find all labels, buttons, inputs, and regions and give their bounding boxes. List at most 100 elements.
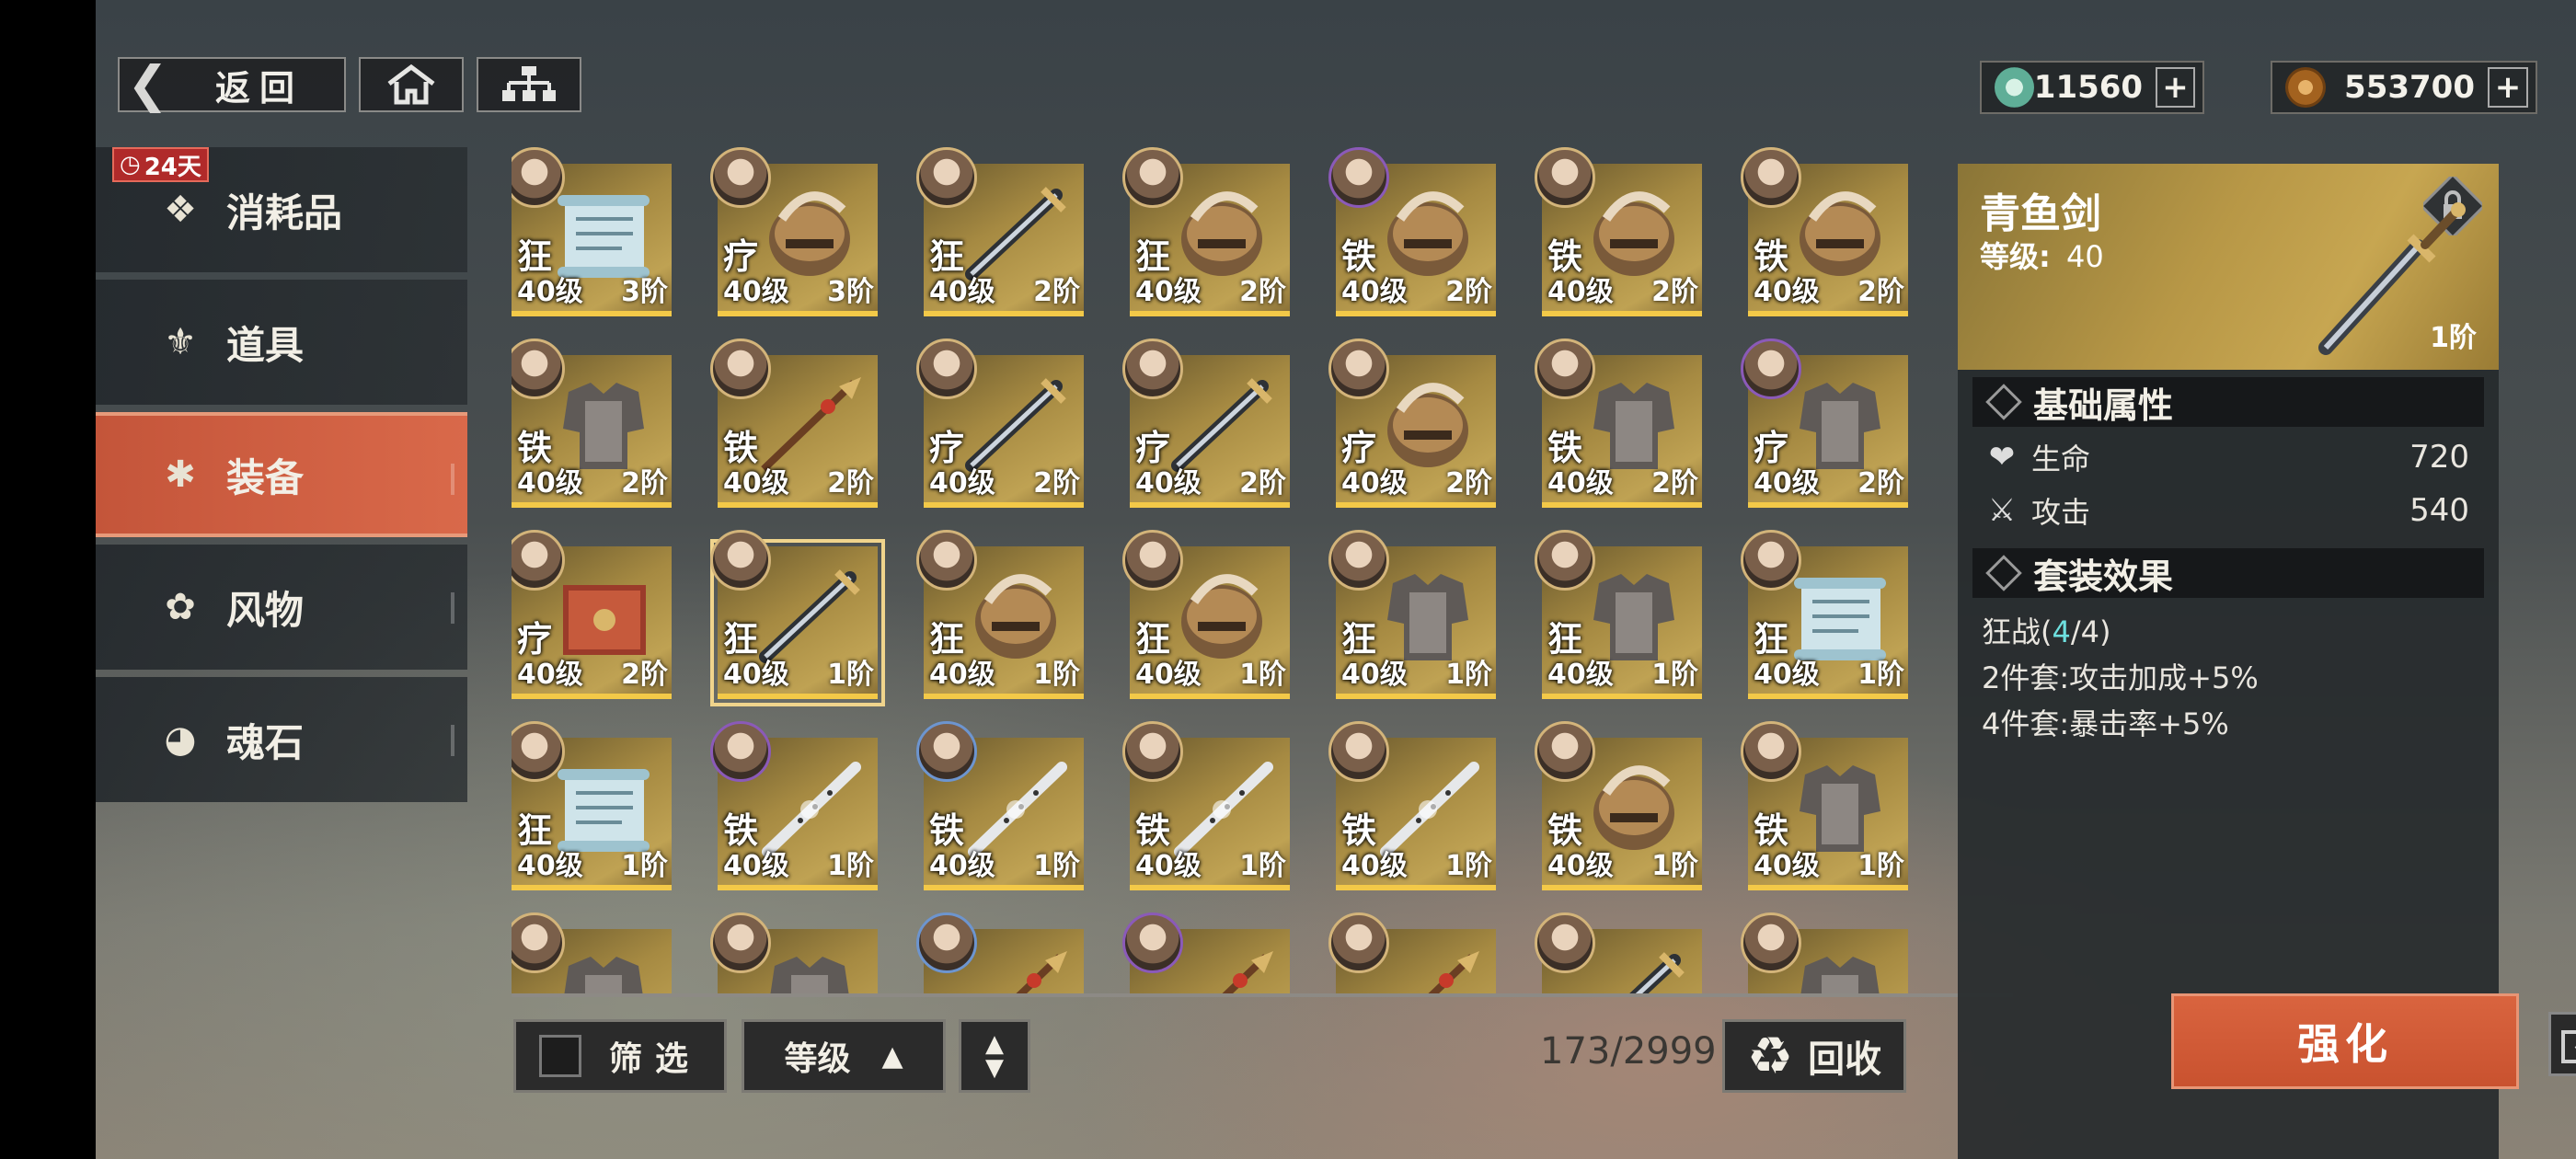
level-label: 40级: [1135, 276, 1202, 308]
equipment-card[interactable]: 狂 40级 1阶: [710, 530, 885, 706]
tier-badge: 1阶: [1445, 843, 1492, 883]
level-label: 40级: [517, 276, 583, 308]
filter-checkbox[interactable]: [538, 1035, 581, 1077]
filter-button[interactable]: 筛选: [513, 1019, 727, 1093]
equipment-card[interactable]: 铁 40级 1阶: [1535, 721, 1702, 890]
equipment-grid-viewport[interactable]: 狂 40级 3阶疗 40级 3阶狂 40级 2阶狂 40级 2阶铁 40级 2阶铁 40级 2阶铁 40级…: [512, 147, 2013, 993]
equipment-card[interactable]: 狂 40级 3阶: [512, 147, 672, 316]
tier-badge: 2阶: [1445, 460, 1492, 500]
equipment-card[interactable]: 狂 40级 1阶: [1328, 530, 1496, 699]
set-effect-2: 2件套:攻击加成+5%: [1982, 660, 2259, 695]
equipment-card[interactable]: [1328, 912, 1496, 993]
equipment-card[interactable]: 狂 40级 1阶: [1535, 530, 1702, 699]
equipment-card[interactable]: 铁 40级 1阶: [710, 721, 878, 890]
share-button[interactable]: [2548, 1012, 2576, 1076]
hierarchy-button[interactable]: [477, 57, 581, 112]
tier-badge: 3阶: [827, 269, 874, 309]
equipment-card[interactable]: 疗 40级 3阶: [710, 147, 878, 316]
equipment-card[interactable]: 铁 40级 2阶: [512, 339, 672, 508]
coin-value: 553700: [2344, 69, 2475, 106]
sort-level-button[interactable]: 等级 ▲: [742, 1019, 946, 1093]
add-jade-button[interactable]: +: [2156, 67, 2195, 108]
equipment-card[interactable]: 铁 40级 2阶: [1328, 147, 1496, 316]
crossed-swords-icon: ⚔: [1987, 492, 2017, 529]
equipment-card[interactable]: 疗 40级 2阶: [512, 530, 672, 699]
equipment-icon: ✱: [165, 453, 196, 496]
tier-badge: 1阶: [1033, 651, 1080, 692]
equipment-card[interactable]: 狂 40级 2阶: [916, 147, 1084, 316]
recycle-icon: ♻: [1746, 1026, 1794, 1086]
equipment-card[interactable]: 疗 40级 2阶: [1741, 339, 1908, 508]
tier-badge: 2阶: [621, 460, 668, 500]
back-chevron-icon: ❮: [127, 55, 178, 113]
equipment-card[interactable]: 狂 40级 1阶: [512, 721, 672, 890]
down-arrow-icon: ▼: [985, 1054, 1004, 1082]
tier-badge: 1阶: [1857, 651, 1904, 692]
level-label: 40级: [1547, 467, 1614, 499]
sort-order-toggle[interactable]: ▲ ▼: [959, 1019, 1030, 1093]
tier-badge: 2阶: [827, 460, 874, 500]
external-link-icon: [2561, 1030, 2576, 1063]
category-sidebar: ❖ 消耗品 ⚜ 道具 ✱ 装备 ✿ 风物 ◕ 魂石: [96, 147, 467, 809]
equipment-card[interactable]: 狂 40级 1阶: [916, 530, 1084, 699]
home-button[interactable]: [359, 57, 464, 112]
tier-badge: 2阶: [1239, 460, 1286, 500]
level-label: 40级: [1547, 850, 1614, 882]
set-effect-label: 套装效果: [2033, 556, 2174, 597]
equipment-card[interactable]: 铁 40级 2阶: [1741, 147, 1908, 316]
equipment-card[interactable]: 铁 40级 1阶: [1122, 721, 1290, 890]
armor-icon: [564, 957, 643, 993]
enhance-button[interactable]: 强化: [2171, 993, 2519, 1089]
sort-label: 等级: [784, 1040, 851, 1078]
equipment-card[interactable]: [512, 912, 672, 993]
equipment-card[interactable]: [916, 912, 1084, 993]
level-label: 40级: [1341, 659, 1408, 691]
equipment-card[interactable]: 铁 40级 2阶: [1535, 147, 1702, 316]
level-label: 40级: [517, 659, 583, 691]
equipment-card[interactable]: 铁 40级 1阶: [1328, 721, 1496, 890]
equipment-card[interactable]: 狂 40级 1阶: [1122, 530, 1290, 699]
equipment-card[interactable]: [1122, 912, 1290, 993]
tier-badge: 2阶: [1033, 269, 1080, 309]
attr-value: 540: [2409, 492, 2469, 529]
spear-icon: [1428, 951, 1479, 993]
equipment-card[interactable]: 铁 40级 2阶: [1535, 339, 1702, 508]
diamond-icon: [1985, 555, 2022, 591]
level-label: 40级: [723, 850, 789, 882]
equipment-card[interactable]: 铁 40级 1阶: [916, 721, 1084, 890]
back-button[interactable]: ❮ 返回: [118, 57, 346, 112]
sidebar-item-label: 装备: [226, 454, 305, 500]
attr-label: 攻击: [2031, 495, 2091, 530]
equipment-card[interactable]: 狂 40级 1阶: [1741, 530, 1908, 699]
equipment-card[interactable]: [710, 912, 878, 993]
tier-badge: 1阶: [1651, 843, 1698, 883]
sort-ascending-icon: ▲: [881, 1039, 903, 1073]
heart-icon: ❤: [1988, 439, 2016, 476]
equipment-card[interactable]: 铁 40级 1阶: [1741, 721, 1908, 890]
attr-label: 生命: [2031, 442, 2091, 476]
add-coin-button[interactable]: +: [2488, 67, 2528, 108]
currency-jade: 11560 +: [1980, 61, 2204, 114]
timer-badge: ◷ 24天: [112, 147, 209, 182]
sidebar-item-props[interactable]: ⚜ 道具: [96, 280, 467, 405]
sidebar-item-soulstone[interactable]: ◕ 魂石: [96, 677, 467, 802]
tier-badge: 2阶: [1857, 269, 1904, 309]
sidebar-item-scenery[interactable]: ✿ 风物: [96, 545, 467, 670]
level-label: 40级: [1547, 276, 1614, 308]
level-label: 40级: [517, 850, 583, 882]
equipment-card[interactable]: [1535, 912, 1702, 993]
level-label: 40级: [929, 659, 995, 691]
equipment-card[interactable]: [1741, 912, 1908, 993]
sidebar-item-equipment[interactable]: ✱ 装备: [96, 412, 467, 537]
jade-icon: [1995, 67, 2034, 108]
enhance-label: 强化: [2297, 1019, 2393, 1069]
grid-divider: [512, 993, 2013, 997]
equipment-card[interactable]: 铁 40级 2阶: [710, 339, 878, 508]
equipment-card[interactable]: 疗 40级 2阶: [916, 339, 1084, 508]
recycle-button[interactable]: ♻ 回收: [1722, 1019, 1906, 1093]
equipment-card[interactable]: 疗 40级 2阶: [1328, 339, 1496, 508]
level-label: 40级: [723, 276, 789, 308]
equipment-card[interactable]: 疗 40级 2阶: [1122, 339, 1290, 508]
jade-value: 11560: [2033, 69, 2144, 106]
equipment-card[interactable]: 狂 40级 2阶: [1122, 147, 1290, 316]
